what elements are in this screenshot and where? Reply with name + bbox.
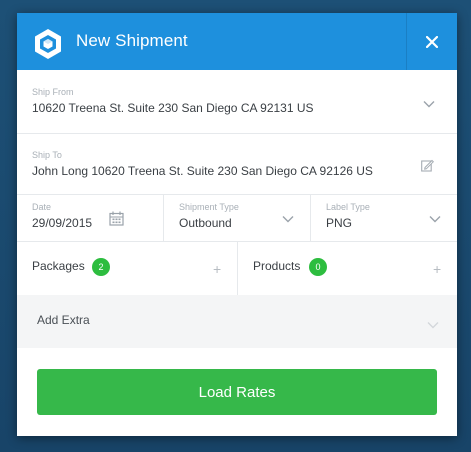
add-extra-section[interactable]: Add Extra bbox=[17, 295, 457, 348]
ship-from-field[interactable]: Ship From 10620 Treena St. Suite 230 San… bbox=[17, 70, 457, 134]
packages-label: Packages bbox=[32, 259, 85, 273]
close-icon bbox=[426, 35, 438, 48]
label-type-select[interactable]: Label Type PNG bbox=[311, 195, 457, 241]
products-label: Products bbox=[253, 259, 301, 273]
chevron-down-icon[interactable] bbox=[423, 100, 435, 108]
shipment-details-row: Date 29/09/2015 Shipment Type Outbound L… bbox=[17, 195, 457, 242]
ship-to-value: John Long 10620 Treena St. Suite 230 San… bbox=[32, 164, 373, 178]
modal-header: New Shipment bbox=[17, 13, 457, 70]
chevron-down-icon[interactable] bbox=[429, 215, 441, 223]
modal-title: New Shipment bbox=[76, 31, 188, 50]
shipment-type-select[interactable]: Shipment Type Outbound bbox=[164, 195, 310, 241]
calendar-icon[interactable] bbox=[109, 211, 124, 226]
label-type-label: Label Type bbox=[326, 202, 370, 212]
add-package-plus-icon[interactable]: + bbox=[213, 262, 221, 276]
chevron-down-icon[interactable] bbox=[427, 321, 439, 329]
packages-count-badge: 2 bbox=[92, 258, 110, 276]
hexagon-cube-logo-icon bbox=[35, 29, 61, 59]
ship-from-value: 10620 Treena St. Suite 230 San Diego CA … bbox=[32, 101, 314, 115]
date-value: 29/09/2015 bbox=[32, 216, 93, 230]
packages-section[interactable]: Packages 2 + bbox=[17, 242, 237, 295]
date-label: Date bbox=[32, 202, 52, 212]
shipment-type-label: Shipment Type bbox=[179, 202, 239, 212]
items-row: Packages 2 + Products 0 + bbox=[17, 242, 457, 295]
chevron-down-icon[interactable] bbox=[282, 215, 294, 223]
add-extra-label: Add Extra bbox=[37, 313, 90, 327]
ship-from-label: Ship From bbox=[32, 87, 74, 97]
close-button[interactable] bbox=[406, 13, 457, 70]
label-type-value: PNG bbox=[326, 216, 353, 230]
ship-to-field[interactable]: Ship To John Long 10620 Treena St. Suite… bbox=[17, 134, 457, 195]
shipment-type-value: Outbound bbox=[179, 216, 232, 230]
load-rates-button[interactable]: Load Rates bbox=[37, 369, 437, 415]
edit-icon[interactable] bbox=[421, 159, 434, 172]
products-section[interactable]: Products 0 + bbox=[238, 242, 457, 295]
products-count-badge: 0 bbox=[309, 258, 327, 276]
new-shipment-modal: New Shipment Ship From 10620 Treena St. … bbox=[17, 13, 457, 436]
date-field[interactable]: Date 29/09/2015 bbox=[17, 195, 163, 241]
ship-to-label: Ship To bbox=[32, 150, 62, 160]
add-product-plus-icon[interactable]: + bbox=[433, 262, 441, 276]
